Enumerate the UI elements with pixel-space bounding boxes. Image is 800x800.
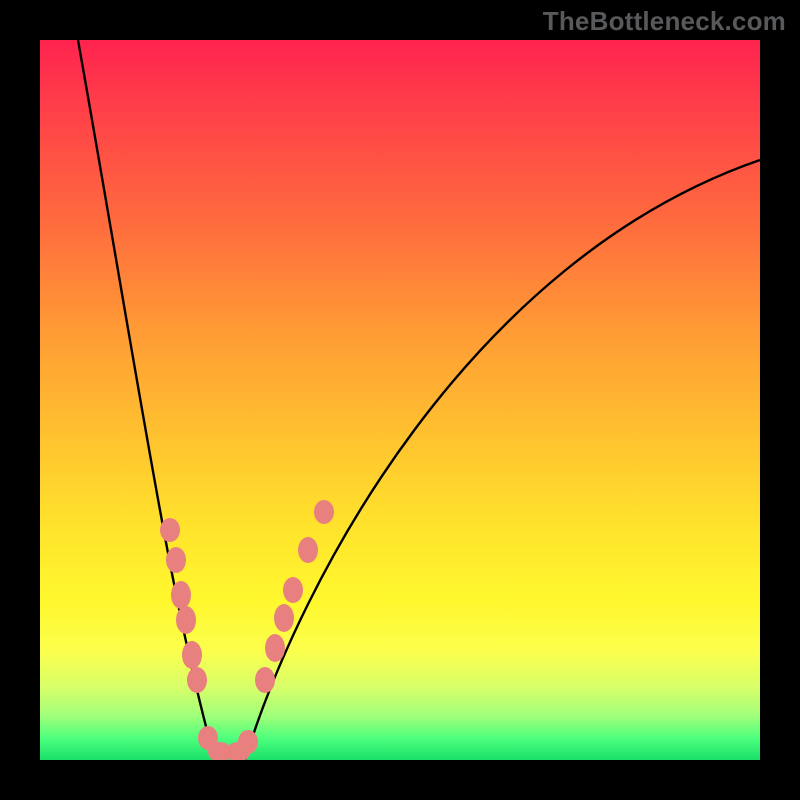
data-marker (274, 604, 294, 632)
data-marker (160, 518, 180, 542)
data-marker (166, 547, 186, 573)
data-marker (255, 667, 275, 693)
marker-group (160, 500, 334, 760)
watermark-text: TheBottleneck.com (543, 6, 786, 37)
data-marker (176, 606, 196, 634)
data-marker (265, 634, 285, 662)
data-marker (314, 500, 334, 524)
data-marker (187, 667, 207, 693)
chart-svg (40, 40, 760, 760)
curve-right (245, 160, 760, 760)
data-marker (182, 641, 202, 669)
chart-frame: TheBottleneck.com (0, 0, 800, 800)
data-marker (283, 577, 303, 603)
data-marker (171, 581, 191, 609)
curve-group (78, 40, 760, 760)
plot-area (40, 40, 760, 760)
data-marker (238, 730, 258, 754)
data-marker (298, 537, 318, 563)
